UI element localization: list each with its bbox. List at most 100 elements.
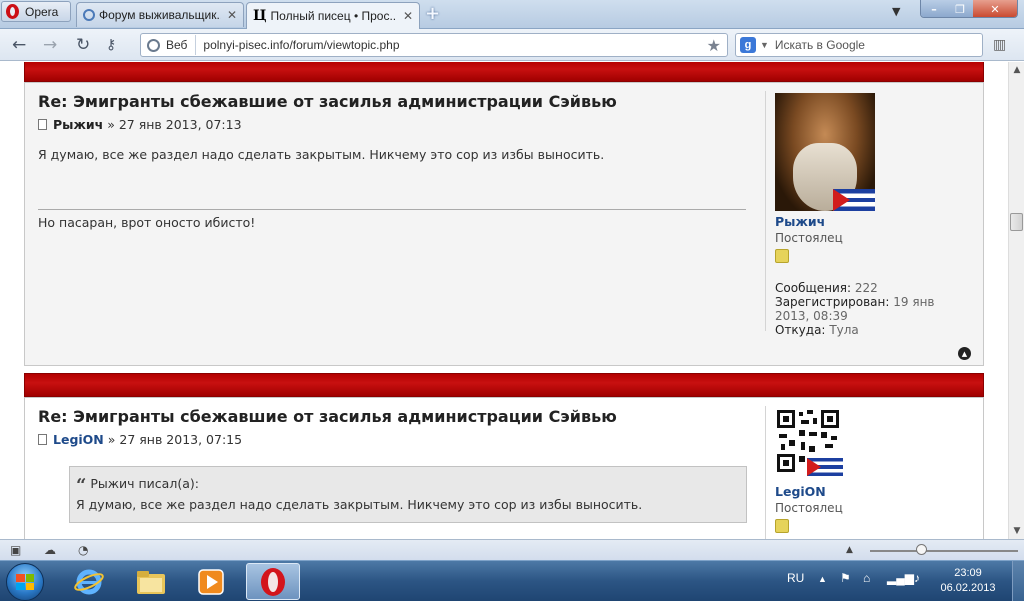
post-icon[interactable] <box>38 434 47 445</box>
system-clock[interactable]: 23:09 06.02.2013 <box>938 566 998 596</box>
post-meta: Рыжич » 27 янв 2013, 07:13 <box>38 117 242 132</box>
profile-rank: Постоялец <box>775 231 843 245</box>
quote-text: Я думаю, все же раздел надо сделать закр… <box>76 497 643 512</box>
clock-date: 06.02.2013 <box>940 582 996 594</box>
key-icon[interactable]: ⚷ <box>106 37 116 53</box>
opera-menu-button[interactable]: Opera <box>1 1 71 22</box>
tray-expand-icon[interactable]: ▲ <box>818 574 827 584</box>
quote-block: “Рыжич писал(а): Я думаю, все же раздел … <box>69 466 747 523</box>
post-text: Я думаю, все же раздел надо сделать закр… <box>38 147 605 162</box>
profile-username[interactable]: LegiON <box>775 484 975 499</box>
page-viewport: Re: Эмигранты сбежавшие от засилья админ… <box>0 62 1008 539</box>
zoom-menu-chevron-icon[interactable]: ▲ <box>846 545 853 555</box>
site-favicon-icon: Ц <box>253 8 267 24</box>
address-field[interactable]: Веб polnyi-pisec.info/forum/viewtopic.ph… <box>140 33 728 57</box>
scroll-up-arrow-icon[interactable]: ▲ <box>1009 62 1024 78</box>
forum-post: Re: Эмигранты сбежавшие от засилья админ… <box>24 82 984 366</box>
messages-label: Сообщения: <box>775 281 852 295</box>
turbo-gauge-icon[interactable]: ◔ <box>78 543 88 557</box>
language-indicator[interactable]: RU <box>787 571 804 585</box>
close-tab-icon[interactable]: ✕ <box>227 8 237 22</box>
back-arrow-icon[interactable]: ← <box>12 35 26 55</box>
tab-bar: Opera Форум выживальщик... ✕ Ц Полный пи… <box>0 0 1024 29</box>
registered-value: 19 янв <box>893 295 935 309</box>
site-info-button[interactable]: Веб <box>141 35 197 55</box>
post-author[interactable]: LegiON <box>53 432 104 447</box>
signature-divider <box>38 209 746 210</box>
tab-survival-forum[interactable]: Форум выживальщик... ✕ <box>76 2 244 27</box>
profile-divider <box>765 91 766 331</box>
address-toolbar: ← → ↻ ⚷ Веб polnyi-pisec.info/forum/view… <box>0 29 1024 61</box>
post-header-bar <box>24 62 984 82</box>
url-text[interactable]: polnyi-pisec.info/forum/viewtopic.php <box>196 38 706 52</box>
profile-rank: Постоялец <box>775 501 843 515</box>
network-signal-icon[interactable]: ▂▄▆ <box>887 571 914 585</box>
post-date: » 27 янв 2013, 07:15 <box>107 432 243 447</box>
tab-label: Полный писец • Прос... <box>270 9 397 23</box>
profile-divider <box>765 406 766 539</box>
search-engine-chevron-icon[interactable]: ▼ <box>760 40 769 50</box>
post-title[interactable]: Re: Эмигранты сбежавшие от засилья админ… <box>38 92 617 111</box>
post-author[interactable]: Рыжич <box>53 117 103 132</box>
minimize-button[interactable]: – <box>921 0 947 17</box>
tab-polnyi-pisec[interactable]: Ц Полный писец • Прос... ✕ <box>246 2 420 29</box>
tab-menu-chevron-icon[interactable]: ▼ <box>892 5 900 18</box>
opera-unite-cloud-icon[interactable]: ☁ <box>44 543 56 557</box>
start-button[interactable] <box>6 563 44 601</box>
bookmark-star-icon[interactable]: ★ <box>707 36 727 55</box>
clock-time: 23:09 <box>954 567 982 579</box>
avatar[interactable] <box>775 408 845 478</box>
vertical-scrollbar[interactable]: ▲ ▼ <box>1008 62 1024 539</box>
reload-icon[interactable]: ↻ <box>76 35 90 55</box>
registered-label: Зарегистрирован: <box>775 295 890 309</box>
window-controls: – ❐ ✕ <box>920 0 1018 18</box>
quote-header: “Рыжич писал(а): <box>76 475 199 496</box>
new-tab-button[interactable]: + <box>425 3 440 24</box>
from-value: Тула <box>829 323 859 337</box>
status-bar: ▣ ☁ ◔ ▲ <box>0 539 1024 560</box>
file-explorer-taskbar-icon[interactable] <box>124 563 178 600</box>
zoom-slider-track[interactable] <box>870 550 1018 552</box>
messages-value[interactable]: 222 <box>855 281 878 295</box>
opera-logo-icon <box>6 4 19 19</box>
show-desktop-button[interactable] <box>1012 561 1024 601</box>
avatar[interactable] <box>775 93 875 211</box>
post-date: » 27 янв 2013, 07:13 <box>107 117 242 132</box>
panel-toggle-icon[interactable]: ▥ <box>993 37 1006 53</box>
forward-arrow-icon[interactable]: → <box>43 35 57 55</box>
zoom-slider-handle[interactable] <box>916 544 927 555</box>
forum-post: Re: Эмигранты сбежавшие от засилья админ… <box>24 397 984 539</box>
volume-icon[interactable]: ♪ <box>914 571 920 585</box>
opera-menu-label: Opera <box>25 4 59 19</box>
post-header-bar <box>24 373 984 397</box>
search-placeholder: Искать в Google <box>774 38 865 52</box>
web-label: Веб <box>166 38 188 52</box>
close-window-button[interactable]: ✕ <box>973 0 1017 17</box>
google-icon[interactable]: g <box>740 37 756 53</box>
restore-button[interactable]: ❐ <box>947 0 973 17</box>
profile-stats: Сообщения: 222 Зарегистрирован: 19 янв 2… <box>775 281 975 337</box>
scroll-down-arrow-icon[interactable]: ▼ <box>1009 523 1024 539</box>
action-center-flag-icon[interactable]: ⚑ <box>840 571 851 585</box>
media-player-taskbar-icon[interactable] <box>184 563 238 600</box>
usb-device-icon[interactable]: ⌂ <box>863 571 870 585</box>
search-input[interactable]: g ▼ Искать в Google <box>735 33 983 57</box>
tab-label: Форум выживальщик... <box>99 8 221 22</box>
quote-author: Рыжич писал(а): <box>90 476 199 491</box>
cuba-flag-icon <box>833 189 875 211</box>
back-to-top-icon[interactable]: ▲ <box>958 347 971 360</box>
rank-icon <box>775 249 789 263</box>
author-profile: LegiON Постоялец <box>775 408 975 533</box>
post-signature: Но пасаран, врот оносто ибисто! <box>38 215 256 230</box>
panel-icon[interactable]: ▣ <box>10 543 21 557</box>
windows-taskbar: RU ▲ ⚑ ⌂ ▂▄▆ ♪ 23:09 06.02.2013 <box>0 560 1024 601</box>
profile-username[interactable]: Рыжич <box>775 214 975 229</box>
opera-taskbar-icon[interactable] <box>246 563 300 600</box>
post-icon[interactable] <box>38 119 47 130</box>
scrollbar-thumb[interactable] <box>1010 213 1023 231</box>
internet-explorer-taskbar-icon[interactable] <box>62 563 116 600</box>
post-meta: LegiON » 27 янв 2013, 07:15 <box>38 432 242 447</box>
close-tab-icon[interactable]: ✕ <box>403 9 413 23</box>
globe-icon <box>147 38 160 52</box>
post-title[interactable]: Re: Эмигранты сбежавшие от засилья админ… <box>38 407 617 426</box>
